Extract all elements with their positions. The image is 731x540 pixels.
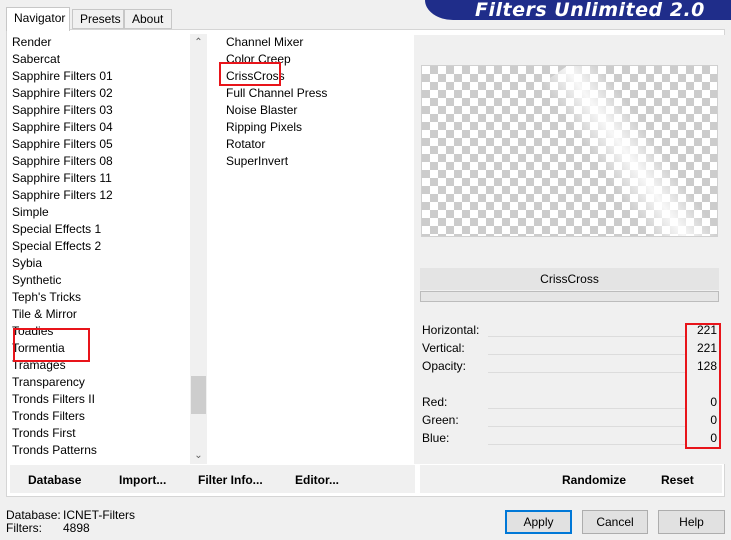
param-label: Horizontal:: [422, 323, 480, 337]
category-item[interactable]: Sabercat: [12, 51, 188, 68]
database-value: ICNET-Filters: [63, 508, 135, 522]
category-item[interactable]: Sapphire Filters 03: [12, 102, 188, 119]
scroll-down-icon[interactable]: ⌄: [190, 447, 207, 464]
apply-button[interactable]: Apply: [505, 510, 572, 534]
import-button[interactable]: Import...: [119, 473, 166, 487]
param-value: 128: [696, 359, 717, 373]
param-horizontal[interactable]: Horizontal: 221: [420, 322, 721, 340]
param-label: Vertical:: [422, 341, 465, 355]
category-item[interactable]: Special Effects 1: [12, 221, 188, 238]
param-slider[interactable]: [488, 444, 687, 445]
category-item[interactable]: Teph's Tricks: [12, 289, 188, 306]
param-label: Blue:: [422, 431, 450, 445]
settings-toolbar: Randomize Reset: [420, 465, 722, 493]
category-item[interactable]: Sapphire Filters 12: [12, 187, 188, 204]
category-item[interactable]: Tronds Patterns: [12, 442, 188, 459]
filter-item-selected[interactable]: CrissCross: [214, 68, 414, 85]
param-label: Opacity:: [422, 359, 467, 373]
param-slider[interactable]: [488, 336, 687, 337]
category-item[interactable]: Special Effects 2: [12, 238, 188, 255]
param-value: 0: [710, 431, 717, 445]
category-item[interactable]: Sapphire Filters 08: [12, 153, 188, 170]
filter-item[interactable]: SuperInvert: [214, 153, 414, 170]
category-item[interactable]: Sapphire Filters 01: [12, 68, 188, 85]
param-red[interactable]: Red: 0: [420, 394, 721, 412]
param-value: 221: [696, 341, 717, 355]
preview-effect: [541, 66, 717, 236]
database-button[interactable]: Database: [28, 473, 81, 487]
category-item[interactable]: Tile & Mirror: [12, 306, 188, 323]
param-slider[interactable]: [488, 408, 687, 409]
filter-name-label: CrissCross: [420, 268, 719, 290]
category-item[interactable]: Sapphire Filters 05: [12, 136, 188, 153]
filter-item[interactable]: Full Channel Press: [214, 85, 414, 102]
filter-item[interactable]: Noise Blaster: [214, 102, 414, 119]
editor-button[interactable]: Editor...: [295, 473, 339, 487]
scroll-up-icon[interactable]: ⌃: [190, 34, 207, 51]
reset-button[interactable]: Reset: [661, 473, 694, 487]
category-item[interactable]: Synthetic: [12, 272, 188, 289]
category-item[interactable]: Toadies: [12, 323, 188, 340]
filters-count-label: Filters:: [6, 521, 42, 535]
category-item[interactable]: Tramages: [12, 357, 188, 374]
parameter-sliders: Horizontal: 221 Vertical: 221 Opacity: 1…: [420, 322, 721, 450]
filter-list[interactable]: Channel Mixer Color Creep CrissCross Ful…: [214, 34, 414, 234]
filter-item[interactable]: Ripping Pixels: [214, 119, 414, 136]
category-item[interactable]: Simple: [12, 204, 188, 221]
category-item[interactable]: Sapphire Filters 04: [12, 119, 188, 136]
app-title: Filters Unlimited 2.0: [475, 0, 705, 20]
category-item[interactable]: Render: [12, 34, 188, 51]
filter-item[interactable]: Rotator: [214, 136, 414, 153]
param-label: Green:: [422, 413, 459, 427]
preview-canvas: [421, 65, 718, 237]
param-value: 0: [710, 413, 717, 427]
category-scrollbar[interactable]: ⌃ ⌄: [190, 34, 207, 464]
filter-item[interactable]: Color Creep: [214, 51, 414, 68]
param-vertical[interactable]: Vertical: 221: [420, 340, 721, 358]
category-item[interactable]: Tronds Filters: [12, 408, 188, 425]
category-item[interactable]: Tronds Filters II: [12, 391, 188, 408]
category-list[interactable]: Render Sabercat Sapphire Filters 01 Sapp…: [12, 34, 188, 464]
filter-info-button[interactable]: Filter Info...: [198, 473, 263, 487]
param-opacity[interactable]: Opacity: 128: [420, 358, 721, 376]
database-info: Database: ICNET-Filters Filters: 4898: [6, 509, 135, 535]
category-item[interactable]: Tronds First: [12, 425, 188, 442]
filters-count-value: 4898: [63, 521, 90, 535]
param-slider[interactable]: [488, 354, 687, 355]
cancel-button[interactable]: Cancel: [582, 510, 648, 534]
scroll-thumb[interactable]: [191, 376, 206, 414]
param-slider[interactable]: [488, 372, 687, 373]
category-item-selected[interactable]: Tormentia: [12, 340, 188, 357]
tab-presets[interactable]: Presets: [72, 9, 124, 29]
title-banner: Filters Unlimited 2.0: [425, 0, 731, 20]
category-item[interactable]: Sapphire Filters 11: [12, 170, 188, 187]
category-item[interactable]: Sybia: [12, 255, 188, 272]
param-label: Red:: [422, 395, 448, 409]
progress-bar: [420, 291, 719, 302]
param-value: 221: [696, 323, 717, 337]
help-button[interactable]: Help: [658, 510, 725, 534]
param-green[interactable]: Green: 0: [420, 412, 721, 430]
tab-navigator[interactable]: Navigator: [6, 7, 70, 31]
tab-about[interactable]: About: [124, 9, 172, 29]
category-item[interactable]: Sapphire Filters 02: [12, 85, 188, 102]
randomize-button[interactable]: Randomize: [562, 473, 626, 487]
navigator-toolbar: Database Import... Filter Info... Editor…: [10, 465, 415, 493]
param-slider[interactable]: [488, 426, 687, 427]
param-blue[interactable]: Blue: 0: [420, 430, 721, 448]
filter-item[interactable]: Channel Mixer: [214, 34, 414, 51]
category-item[interactable]: Transparency: [12, 374, 188, 391]
param-value: 0: [710, 395, 717, 409]
